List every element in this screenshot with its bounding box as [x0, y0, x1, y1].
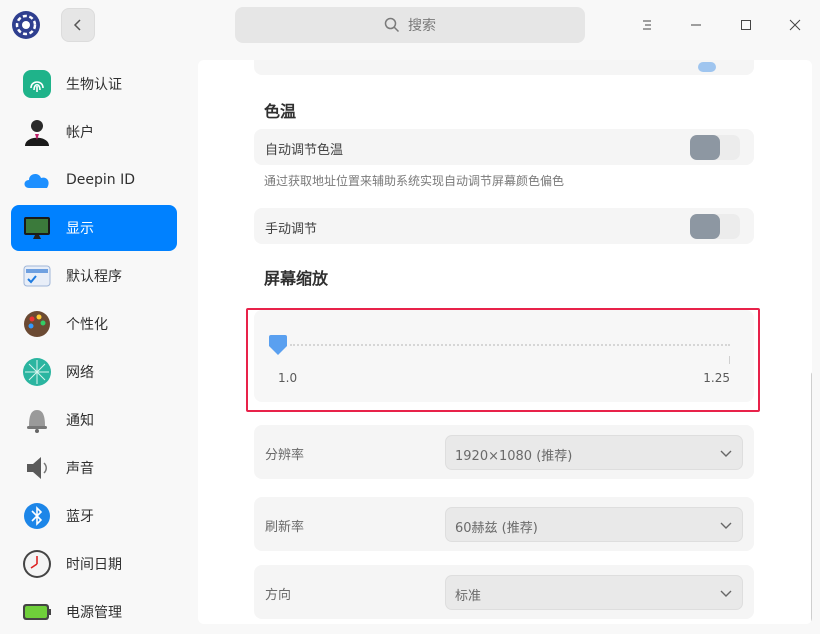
sidebar-item-label: 蓝牙 — [66, 509, 94, 525]
back-button[interactable] — [61, 8, 95, 42]
sidebar-item-network[interactable]: 网络 — [11, 349, 177, 395]
sidebar-item-sound[interactable]: 声音 — [11, 445, 177, 491]
orientation-value: 标准 — [455, 589, 482, 604]
auto-color-temp-row: 自动调节色温 — [254, 129, 754, 165]
color-temp-hint: 通过获取地址位置来辅助系统实现自动调节屏幕颜色偏色 — [264, 174, 565, 188]
sidebar-item-label: 默认程序 — [66, 269, 122, 285]
maximize-button[interactable] — [731, 10, 761, 40]
fingerprint-icon — [23, 70, 51, 98]
auto-color-temp-label: 自动调节色温 — [265, 143, 344, 158]
sidebar-item-bluetooth[interactable]: 蓝牙 — [11, 493, 177, 539]
previous-setting-row — [254, 60, 754, 75]
sidebar-item-account[interactable]: 帐户 — [11, 109, 177, 155]
close-button[interactable] — [780, 10, 810, 40]
sidebar-item-label: 声音 — [66, 461, 94, 477]
section-title-color-temperature: 色温 — [264, 102, 297, 121]
sidebar-item-personalization[interactable]: 个性化 — [11, 301, 177, 347]
network-icon — [23, 358, 51, 386]
sidebar-item-default-apps[interactable]: 默认程序 — [11, 253, 177, 299]
sidebar-item-power[interactable]: 电源管理 — [11, 589, 177, 634]
cloud-icon — [24, 174, 49, 188]
refresh-rate-select[interactable]: 60赫兹 (推荐) — [445, 507, 743, 542]
sidebar-item-label: 网络 — [66, 365, 94, 381]
resolution-row: 分辨率 1920×1080 (推荐) — [254, 425, 754, 479]
maximize-icon — [741, 20, 751, 30]
chevron-down-icon — [720, 590, 732, 597]
menu-button[interactable] — [632, 10, 662, 40]
title-bar: 搜索 — [0, 0, 820, 50]
sidebar-item-label: 电源管理 — [66, 605, 122, 621]
sidebar-item-deepin-id[interactable]: Deepin ID — [11, 157, 177, 203]
sidebar: 生物认证 帐户 Deepin ID 显示 默认程序 个性化 网络 通知 声音 蓝… — [0, 50, 188, 634]
speaker-icon — [27, 457, 47, 479]
main-panel: 色温 自动调节色温 通过获取地址位置来辅助系统实现自动调节屏幕颜色偏色 手动调节… — [188, 50, 820, 634]
display-icon — [24, 217, 50, 239]
palette-icon — [24, 311, 50, 337]
minimize-button[interactable] — [681, 10, 711, 40]
sidebar-item-datetime[interactable]: 时间日期 — [11, 541, 177, 587]
scrollbar[interactable] — [811, 372, 812, 624]
sidebar-item-label: 时间日期 — [66, 557, 122, 573]
refresh-rate-label: 刷新率 — [265, 520, 305, 535]
search-icon — [384, 17, 400, 33]
sidebar-item-label: Deepin ID — [66, 172, 136, 188]
orientation-select[interactable]: 标准 — [445, 575, 743, 610]
manual-color-temp-row: 手动调节 — [254, 208, 754, 244]
default-apps-icon — [23, 265, 51, 287]
chevron-down-icon — [720, 522, 732, 529]
chevron-left-icon — [73, 19, 81, 31]
auto-color-temp-toggle[interactable] — [690, 135, 740, 160]
refresh-rate-value: 60赫兹 (推荐) — [455, 521, 538, 536]
resolution-select[interactable]: 1920×1080 (推荐) — [445, 435, 743, 470]
search-input[interactable]: 搜索 — [235, 7, 585, 43]
resolution-value: 1920×1080 (推荐) — [455, 449, 573, 464]
search-placeholder: 搜索 — [408, 18, 436, 34]
sidebar-item-label: 生物认证 — [66, 77, 122, 93]
menu-icon — [643, 20, 651, 30]
refresh-rate-row: 刷新率 60赫兹 (推荐) — [254, 497, 754, 551]
bluetooth-icon — [24, 503, 50, 529]
minimize-icon — [691, 24, 701, 26]
display-settings: 色温 自动调节色温 通过获取地址位置来辅助系统实现自动调节屏幕颜色偏色 手动调节… — [198, 60, 812, 624]
sidebar-item-notification[interactable]: 通知 — [11, 397, 177, 443]
account-icon — [25, 120, 49, 146]
sidebar-item-display[interactable]: 显示 — [11, 205, 177, 251]
deepin-logo-icon — [12, 11, 40, 39]
battery-icon — [23, 604, 51, 620]
sidebar-item-label: 个性化 — [66, 317, 108, 333]
section-title-screen-scale: 屏幕缩放 — [264, 269, 329, 288]
sidebar-item-biometric[interactable]: 生物认证 — [11, 61, 177, 107]
close-icon — [789, 19, 801, 31]
sidebar-item-label: 通知 — [66, 413, 94, 429]
clock-icon — [23, 550, 51, 578]
sidebar-item-label: 显示 — [66, 221, 94, 237]
bell-icon — [27, 410, 47, 433]
orientation-label: 方向 — [265, 588, 292, 603]
sidebar-item-label: 帐户 — [66, 125, 94, 141]
manual-color-temp-toggle[interactable] — [690, 214, 740, 239]
highlight-annotation — [246, 308, 760, 412]
manual-color-temp-label: 手动调节 — [265, 222, 318, 237]
resolution-label: 分辨率 — [265, 448, 305, 463]
orientation-row: 方向 标准 — [254, 565, 754, 619]
chevron-down-icon — [720, 450, 732, 457]
partial-toggle[interactable] — [698, 62, 716, 72]
